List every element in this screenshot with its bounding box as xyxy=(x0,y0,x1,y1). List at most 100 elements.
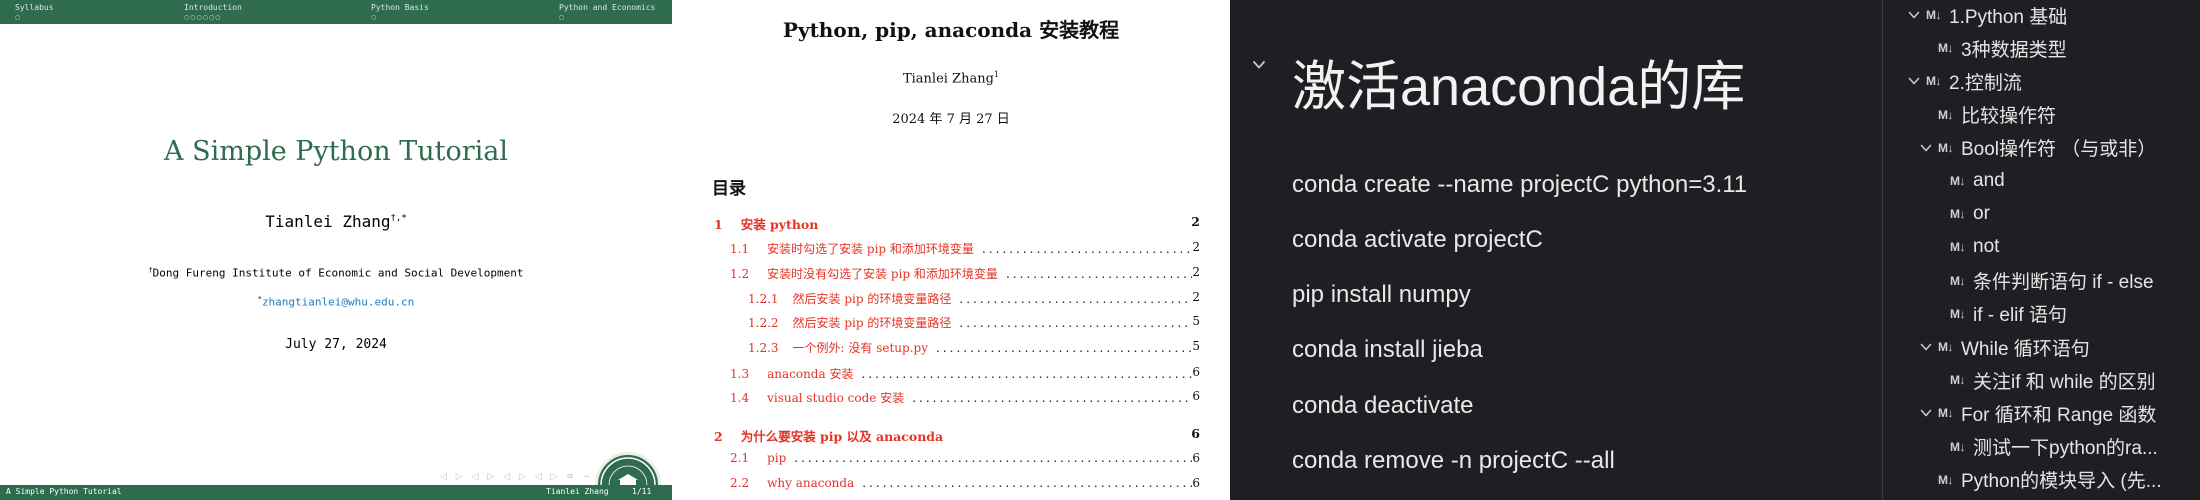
markdown-icon: M↓ xyxy=(1950,373,1966,388)
markdown-icon: M↓ xyxy=(1938,406,1954,421)
nav-dots-introduction[interactable]: ○○○○○○ xyxy=(184,14,221,21)
toc-entry-number: 1.2.2 xyxy=(748,316,779,330)
chevron-down-icon[interactable] xyxy=(1918,339,1934,355)
outline-item[interactable]: M↓ and xyxy=(1930,166,2005,196)
toc-entry-title[interactable]: 然后安装 pip 的环境变量路径 xyxy=(779,314,952,331)
chevron-down-icon[interactable] xyxy=(1906,73,1922,89)
toc-entry-number: 1.2.1 xyxy=(748,292,779,306)
toc-entry[interactable]: 1.4 visual studio code 安装................… xyxy=(730,389,1200,407)
outline-item[interactable]: M↓ 比较操作符 xyxy=(1918,100,2056,130)
toc-entry[interactable]: 1.2.2 然后安装 pip 的环境变量路径...................… xyxy=(748,314,1200,332)
toc-entry[interactable]: 1.2.1 然后安装 pip 的环境变量路径...................… xyxy=(748,290,1200,308)
command-line[interactable]: conda activate projectC xyxy=(1292,226,1543,254)
toc-entry[interactable]: 1.2 安装时没有勾选了安装 pip 和添加环境变量...............… xyxy=(730,265,1200,283)
toc-dot-leader: ........................................… xyxy=(1005,267,1192,281)
command-line[interactable]: conda remove -n projectC --all xyxy=(1292,447,1615,475)
slide-date: July 27, 2024 xyxy=(285,337,387,352)
outline-item[interactable]: M↓ While 循环语句 xyxy=(1918,332,2090,362)
toc-entry-number: 1.1 xyxy=(730,242,750,256)
outline-item[interactable]: M↓ Python的模块导入 (先... xyxy=(1918,465,2162,495)
document-author-mark: 1 xyxy=(993,70,1000,79)
outline-item[interactable]: M↓ 测试一下python的ra... xyxy=(1930,432,2158,462)
command-line[interactable]: conda create --name projectC python=3.11 xyxy=(1292,171,1747,199)
toc-entry-title[interactable]: 安装 python xyxy=(723,214,819,233)
document-date: 2024 年 7 月 27 日 xyxy=(892,112,1010,127)
slide-email: *zhangtianlei@whu.edu.cn xyxy=(0,295,672,309)
email-link[interactable]: zhangtianlei@whu.edu.cn xyxy=(262,296,414,309)
toc-entry[interactable]: 1.3 anaconda 安装..........................… xyxy=(730,365,1200,383)
toc-entry-number: 1.2.3 xyxy=(748,341,779,355)
toc-entry-title[interactable]: 一个例外: 没有 setup.py xyxy=(779,339,928,356)
outline-item[interactable]: M↓ or xyxy=(1930,199,1990,229)
command-line[interactable]: conda install jieba xyxy=(1292,336,1483,364)
beamer-nav-controls[interactable]: ◁ ▷ ◁ ▷ ◁ ▷ ◁ ▷ ≡ ∽ xyxy=(440,472,593,482)
footer-page-number: 1/11 xyxy=(632,487,652,496)
nav-section-python-economics[interactable]: Python and Economics xyxy=(559,3,655,12)
markdown-icon: M↓ xyxy=(1926,74,1942,89)
toc-entry-page: 2 xyxy=(1192,240,1200,254)
command-line[interactable]: conda deactivate xyxy=(1292,392,1473,420)
toc-entry[interactable]: 1.2.3 一个例外: 没有 setup.py..................… xyxy=(748,339,1200,357)
toc-entry[interactable]: 2.2 why anaconda.........................… xyxy=(730,476,1200,494)
toc-dot-leader: ........................................… xyxy=(981,242,1192,256)
toc-heading: 目录 xyxy=(712,179,746,199)
collapse-chevron-icon[interactable] xyxy=(1252,58,1266,72)
toc-entry-number: 1 xyxy=(714,217,723,232)
toc-entry-number: 1.3 xyxy=(730,367,750,381)
markdown-icon: M↓ xyxy=(1950,306,1966,321)
outline-item[interactable]: M↓ 1.Python 基础 xyxy=(1906,0,2067,30)
toc-entry-number: 1.2 xyxy=(730,267,750,281)
nav-dots-python-basis[interactable]: ○ xyxy=(371,14,377,21)
outline-item[interactable]: M↓ if - elif 语句 xyxy=(1930,299,2067,329)
toc-dot-leader: ........................................… xyxy=(794,451,1192,465)
chevron-down-icon[interactable] xyxy=(1906,7,1922,23)
toc-entry-page: 6 xyxy=(1192,365,1200,379)
outline-item[interactable]: M↓ 3种数据类型 xyxy=(1918,33,2067,63)
toc-entry-page: 6 xyxy=(1192,389,1200,403)
markdown-icon: M↓ xyxy=(1938,340,1954,354)
toc-entry[interactable]: 1.1 安装时勾选了安装 pip 和添加环境变量.................… xyxy=(730,240,1200,258)
outline-item[interactable]: M↓ 2.控制流 xyxy=(1906,66,2022,96)
toc-entry-title[interactable]: pip xyxy=(749,451,786,465)
toc-entry-page: 2 xyxy=(1192,290,1200,304)
toc-entry-title[interactable]: 安装时勾选了安装 pip 和添加环境变量 xyxy=(749,240,974,257)
toc-entry-page: 6 xyxy=(1192,476,1200,490)
outline-item[interactable]: M↓ 条件判断语句 if - else xyxy=(1930,266,2154,296)
note-heading[interactable]: 激活anaconda的库 xyxy=(1292,42,1745,121)
outline-item-label: 比较操作符 xyxy=(1961,106,2057,128)
markdown-icon: M↓ xyxy=(1926,8,1942,22)
nav-section-introduction[interactable]: Introduction xyxy=(184,3,242,12)
outline-item-label: not xyxy=(1973,236,2000,258)
nav-dots-syllabus[interactable]: ○ xyxy=(15,14,21,21)
toc-dot-leader: ........................................… xyxy=(936,341,1192,355)
toc-dot-leader: ........................................… xyxy=(959,292,1192,306)
chevron-down-icon[interactable] xyxy=(1918,140,1934,156)
toc-entry-title[interactable]: 为什么要安装 pip 以及 anaconda xyxy=(723,426,943,445)
toc-entry-title[interactable]: visual studio code 安装 xyxy=(749,389,904,406)
outline-item[interactable]: M↓ not xyxy=(1930,232,1999,262)
toc-entry-title[interactable]: why anaconda xyxy=(749,476,854,490)
nav-dots-python-economics[interactable]: ○ xyxy=(559,14,565,21)
outline-item-label: 2.控制流 xyxy=(1949,72,2022,94)
outline-item-label: if - elif 语句 xyxy=(1973,305,2067,327)
command-line[interactable]: pip install numpy xyxy=(1292,281,1471,309)
toc-entry[interactable]: 1 安装 python 2 xyxy=(714,214,1200,232)
nav-section-syllabus[interactable]: Syllabus xyxy=(15,3,54,12)
nav-section-python-basis[interactable]: Python Basis xyxy=(371,3,429,12)
outline-item[interactable]: M↓ For 循环和 Range 函数 xyxy=(1918,398,2156,428)
toc-entry[interactable]: 2 为什么要安装 pip 以及 anaconda 6 xyxy=(714,426,1200,444)
toc-entry-title[interactable]: 安装时没有勾选了安装 pip 和添加环境变量 xyxy=(749,265,998,282)
toc-entry-title[interactable]: anaconda 安装 xyxy=(749,365,853,382)
toc-entry-page: 6 xyxy=(1191,426,1200,441)
toc-entry-title[interactable]: 然后安装 pip 的环境变量路径 xyxy=(779,290,952,307)
markdown-icon: M↓ xyxy=(1938,41,1954,56)
outline-item[interactable]: M↓ Bool操作符 （与或非） xyxy=(1918,133,2156,163)
toc-entry[interactable]: 2.1 pip..................................… xyxy=(730,451,1200,469)
chevron-down-icon[interactable] xyxy=(1918,405,1934,421)
outline-item[interactable]: M↓ 关注if 和 while 的区别 xyxy=(1930,365,2156,395)
affiliation-text: Dong Fureng Institute of Economic and So… xyxy=(152,266,524,280)
